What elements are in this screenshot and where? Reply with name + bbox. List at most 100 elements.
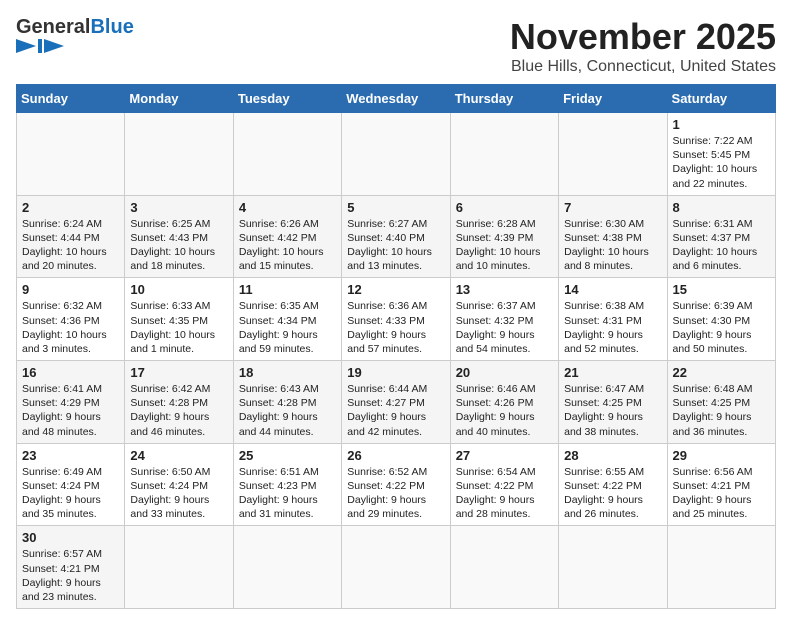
calendar-cell: 10Sunrise: 6:33 AMSunset: 4:35 PMDayligh… xyxy=(125,278,233,361)
day-info: Sunrise: 6:54 AM xyxy=(456,465,553,479)
day-info: Sunrise: 6:43 AM xyxy=(239,382,336,396)
day-info: Sunrise: 7:22 AM xyxy=(673,134,770,148)
day-info: Sunset: 4:31 PM xyxy=(564,314,661,328)
day-info: Sunset: 4:24 PM xyxy=(22,479,119,493)
month-year-title: November 2025 xyxy=(510,16,776,58)
day-info: Daylight: 9 hours and 31 minutes. xyxy=(239,493,336,521)
day-info: Sunset: 4:43 PM xyxy=(130,231,227,245)
day-info: Daylight: 9 hours and 23 minutes. xyxy=(22,576,119,604)
header-saturday: Saturday xyxy=(667,85,775,113)
day-info: Sunrise: 6:57 AM xyxy=(22,547,119,561)
calendar-cell: 18 Sunrise: 6:43 AMSunset: 4:28 PMDayligh… xyxy=(233,361,341,444)
calendar-cell xyxy=(17,113,125,196)
calendar-cell: 6Sunrise: 6:28 AMSunset: 4:39 PMDaylight… xyxy=(450,195,558,278)
day-number: 18 xyxy=(239,365,336,380)
day-info: Daylight: 10 hours and 15 minutes. xyxy=(239,245,336,273)
calendar-cell: 24Sunrise: 6:50 AMSunset: 4:24 PMDayligh… xyxy=(125,443,233,526)
day-info: Daylight: 10 hours and 22 minutes. xyxy=(673,162,770,190)
day-number: 25 xyxy=(239,448,336,463)
calendar-cell: 25Sunrise: 6:51 AMSunset: 4:23 PMDayligh… xyxy=(233,443,341,526)
calendar-cell xyxy=(667,526,775,609)
days-of-week-row: Sunday Monday Tuesday Wednesday Thursday… xyxy=(17,85,776,113)
day-number: 23 xyxy=(22,448,119,463)
day-info: Daylight: 10 hours and 13 minutes. xyxy=(347,245,444,273)
calendar-cell: 13Sunrise: 6:37 AMSunset: 4:32 PMDayligh… xyxy=(450,278,558,361)
day-number: 16 xyxy=(22,365,119,380)
calendar-cell xyxy=(559,526,667,609)
day-number: 12 xyxy=(347,282,444,297)
day-info: Daylight: 9 hours and 44 minutes. xyxy=(239,410,336,438)
day-info: Sunset: 4:27 PM xyxy=(347,396,444,410)
calendar-cell: 5Sunrise: 6:27 AMSunset: 4:40 PMDaylight… xyxy=(342,195,450,278)
day-info: Sunrise: 6:51 AM xyxy=(239,465,336,479)
header-friday: Friday xyxy=(559,85,667,113)
day-info: Sunset: 4:44 PM xyxy=(22,231,119,245)
calendar-cell: 8Sunrise: 6:31 AMSunset: 4:37 PMDaylight… xyxy=(667,195,775,278)
day-info: Sunrise: 6:27 AM xyxy=(347,217,444,231)
day-info: Sunrise: 6:31 AM xyxy=(673,217,770,231)
day-info: Sunset: 5:45 PM xyxy=(673,148,770,162)
day-info: Sunset: 4:21 PM xyxy=(22,562,119,576)
calendar-cell: 20Sunrise: 6:46 AMSunset: 4:26 PMDayligh… xyxy=(450,361,558,444)
day-number: 30 xyxy=(22,530,119,545)
day-number: 24 xyxy=(130,448,227,463)
day-info: Sunset: 4:40 PM xyxy=(347,231,444,245)
calendar-cell: 12Sunrise: 6:36 AMSunset: 4:33 PMDayligh… xyxy=(342,278,450,361)
logo-general: General xyxy=(16,16,90,39)
day-info: Daylight: 10 hours and 20 minutes. xyxy=(22,245,119,273)
calendar-cell: 27Sunrise: 6:54 AMSunset: 4:22 PMDayligh… xyxy=(450,443,558,526)
day-number: 20 xyxy=(456,365,553,380)
day-info: Sunrise: 6:33 AM xyxy=(130,299,227,313)
day-info: Sunset: 4:30 PM xyxy=(673,314,770,328)
calendar-cell: 1 Sunrise: 7:22 AMSunset: 5:45 PMDaylight… xyxy=(667,113,775,196)
day-info: Daylight: 9 hours and 26 minutes. xyxy=(564,493,661,521)
calendar-cell: 7Sunrise: 6:30 AMSunset: 4:38 PMDaylight… xyxy=(559,195,667,278)
day-info: Daylight: 9 hours and 50 minutes. xyxy=(673,328,770,356)
calendar-week-row: 1 Sunrise: 7:22 AMSunset: 5:45 PMDaylight… xyxy=(17,113,776,196)
day-info: Sunset: 4:29 PM xyxy=(22,396,119,410)
logo-blue: Blue xyxy=(90,16,133,39)
day-info: Sunrise: 6:24 AM xyxy=(22,217,119,231)
calendar-cell: 23Sunrise: 6:49 AMSunset: 4:24 PMDayligh… xyxy=(17,443,125,526)
calendar-cell: 17Sunrise: 6:42 AMSunset: 4:28 PMDayligh… xyxy=(125,361,233,444)
day-info: Sunset: 4:25 PM xyxy=(564,396,661,410)
calendar-cell: 4Sunrise: 6:26 AMSunset: 4:42 PMDaylight… xyxy=(233,195,341,278)
calendar-cell: 22Sunrise: 6:48 AMSunset: 4:25 PMDayligh… xyxy=(667,361,775,444)
calendar-week-row: 2Sunrise: 6:24 AMSunset: 4:44 PMDaylight… xyxy=(17,195,776,278)
day-info: Daylight: 10 hours and 3 minutes. xyxy=(22,328,119,356)
header-wednesday: Wednesday xyxy=(342,85,450,113)
day-info: Daylight: 9 hours and 38 minutes. xyxy=(564,410,661,438)
calendar-cell: 26Sunrise: 6:52 AMSunset: 4:22 PMDayligh… xyxy=(342,443,450,526)
day-number: 13 xyxy=(456,282,553,297)
day-info: Sunrise: 6:56 AM xyxy=(673,465,770,479)
calendar-cell xyxy=(450,526,558,609)
day-info: Sunrise: 6:41 AM xyxy=(22,382,119,396)
day-info: Daylight: 9 hours and 36 minutes. xyxy=(673,410,770,438)
day-info: Daylight: 10 hours and 10 minutes. xyxy=(456,245,553,273)
day-info: Sunset: 4:37 PM xyxy=(673,231,770,245)
day-info: Sunrise: 6:52 AM xyxy=(347,465,444,479)
day-info: Sunset: 4:28 PM xyxy=(239,396,336,410)
day-info: Sunrise: 6:28 AM xyxy=(456,217,553,231)
day-info: Sunset: 4:36 PM xyxy=(22,314,119,328)
day-info: Sunset: 4:39 PM xyxy=(456,231,553,245)
calendar-cell: 16Sunrise: 6:41 AMSunset: 4:29 PMDayligh… xyxy=(17,361,125,444)
day-info: Sunrise: 6:55 AM xyxy=(564,465,661,479)
day-info: Sunset: 4:26 PM xyxy=(456,396,553,410)
day-info: Sunset: 4:42 PM xyxy=(239,231,336,245)
day-info: Sunrise: 6:42 AM xyxy=(130,382,227,396)
day-info: Daylight: 9 hours and 40 minutes. xyxy=(456,410,553,438)
day-number: 15 xyxy=(673,282,770,297)
day-info: Sunrise: 6:47 AM xyxy=(564,382,661,396)
calendar-cell xyxy=(342,526,450,609)
day-info: Sunrise: 6:32 AM xyxy=(22,299,119,313)
calendar-week-row: 30 Sunrise: 6:57 AMSunset: 4:21 PMDayligh… xyxy=(17,526,776,609)
calendar-table: Sunday Monday Tuesday Wednesday Thursday… xyxy=(16,84,776,609)
day-number: 10 xyxy=(130,282,227,297)
day-number: 1 xyxy=(673,117,770,132)
header-tuesday: Tuesday xyxy=(233,85,341,113)
day-info: Sunrise: 6:49 AM xyxy=(22,465,119,479)
header-monday: Monday xyxy=(125,85,233,113)
day-number: 9 xyxy=(22,282,119,297)
calendar-cell xyxy=(125,526,233,609)
